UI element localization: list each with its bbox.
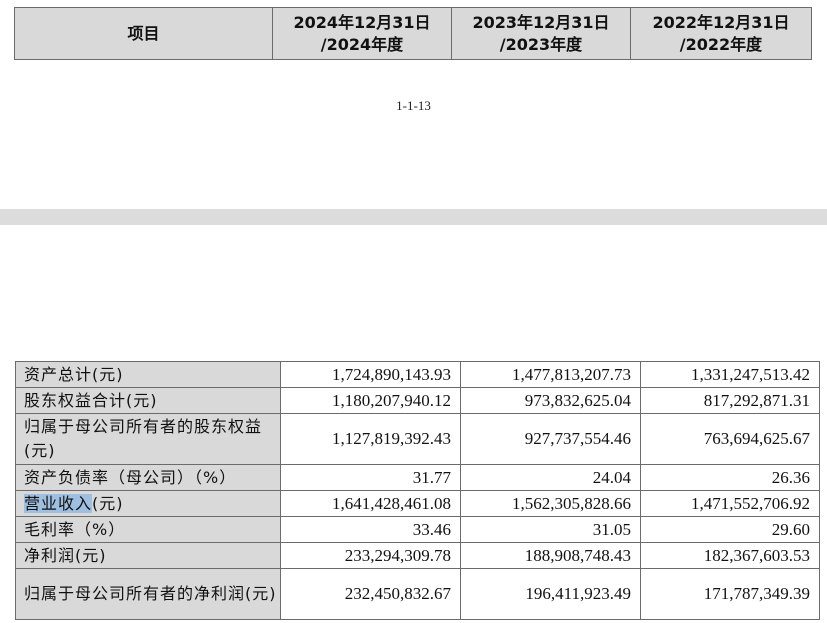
year-header-2023-period: /2023年度 xyxy=(499,34,583,54)
value-2023: 24.04 xyxy=(460,464,641,491)
row-label: 净利润(元) xyxy=(15,542,281,569)
value-2024: 31.77 xyxy=(280,464,461,491)
value-2022: 763,694,625.67 xyxy=(640,413,820,465)
table-row-revenue: 营业收入(元) 1,641,428,461.08 1,562,305,828.6… xyxy=(15,490,820,517)
value-2024: 1,724,890,143.93 xyxy=(280,361,461,388)
year-header-2024-period: /2024年度 xyxy=(320,34,404,54)
value-2024: 1,641,428,461.08 xyxy=(280,490,461,517)
value-2023: 188,908,748.43 xyxy=(460,542,641,569)
year-header-2022-period: /2022年度 xyxy=(679,34,763,54)
value-2024: 233,294,309.78 xyxy=(280,542,461,569)
item-header-cell: 项目 xyxy=(14,7,273,60)
financial-data-table: 资产总计(元) 1,724,890,143.93 1,477,813,207.7… xyxy=(15,361,820,620)
row-label-text: 归属于母公司所有者的净利润(元) xyxy=(24,584,277,603)
year-header-2024: 2024年12月31日 /2024年度 xyxy=(272,7,452,60)
row-label-text: 归属于母公司所有者的股东权益(元) xyxy=(24,417,263,460)
value-2022: 171,787,349.39 xyxy=(640,568,820,620)
value-2022: 1,471,552,706.92 xyxy=(640,490,820,517)
value-2022: 1,331,247,513.42 xyxy=(640,361,820,388)
row-label-unit: (元) xyxy=(92,493,124,513)
year-header-2023-date: 2023年12月31日 xyxy=(472,12,610,32)
table-row-total-assets: 资产总计(元) 1,724,890,143.93 1,477,813,207.7… xyxy=(15,361,820,388)
value-2023: 1,562,305,828.66 xyxy=(460,490,641,517)
year-header-table: 项目 2024年12月31日 /2024年度 2023年12月31日 /2023… xyxy=(14,7,812,60)
row-label: 毛利率（%） xyxy=(15,516,281,543)
year-header-2022-date: 2022年12月31日 xyxy=(652,12,790,32)
table-row-gross-margin: 毛利率（%） 33.46 31.05 29.60 xyxy=(15,516,820,543)
row-label: 股东权益合计(元) xyxy=(15,387,281,414)
value-2023: 196,411,923.49 xyxy=(460,568,641,620)
value-2023: 973,832,625.04 xyxy=(460,387,641,414)
value-2023: 1,477,813,207.73 xyxy=(460,361,641,388)
row-label: 资产总计(元) xyxy=(15,361,281,388)
year-header-2023: 2023年12月31日 /2023年度 xyxy=(451,7,631,60)
value-2024: 1,127,819,392.43 xyxy=(280,413,461,465)
value-2023: 31.05 xyxy=(460,516,641,543)
table-row-net-profit: 净利润(元) 233,294,309.78 188,908,748.43 182… xyxy=(15,542,820,569)
row-label: 归属于母公司所有者的股东权益(元) xyxy=(15,413,281,465)
value-2024: 33.46 xyxy=(280,516,461,543)
value-2024: 1,180,207,940.12 xyxy=(280,387,461,414)
year-header-2024-date: 2024年12月31日 xyxy=(293,12,431,32)
value-2023: 927,737,554.46 xyxy=(460,413,641,465)
selected-text-highlight[interactable]: 营业收入 xyxy=(24,493,93,513)
value-2024: 232,450,832.67 xyxy=(280,568,461,620)
row-label: 资产负债率（母公司）（%） xyxy=(15,464,281,491)
row-label: 归属于母公司所有者的净利润(元) xyxy=(15,568,281,620)
table-row-debt-ratio: 资产负债率（母公司）（%） 31.77 24.04 26.36 xyxy=(15,464,820,491)
year-header-2022: 2022年12月31日 /2022年度 xyxy=(630,7,812,60)
row-label: 营业收入(元) xyxy=(15,490,281,517)
header-row: 项目 2024年12月31日 /2024年度 2023年12月31日 /2023… xyxy=(14,7,812,60)
table-row-parent-net-profit: 归属于母公司所有者的净利润(元) 232,450,832.67 196,411,… xyxy=(15,568,820,620)
page-number: 1-1-13 xyxy=(396,98,431,113)
page-separator xyxy=(0,209,827,225)
value-2022: 817,292,871.31 xyxy=(640,387,820,414)
value-2022: 26.36 xyxy=(640,464,820,491)
value-2022: 182,367,603.53 xyxy=(640,542,820,569)
table-row-total-equity: 股东权益合计(元) 1,180,207,940.12 973,832,625.0… xyxy=(15,387,820,414)
table-row-parent-equity: 归属于母公司所有者的股东权益(元) 1,127,819,392.43 927,7… xyxy=(15,413,820,465)
value-2022: 29.60 xyxy=(640,516,820,543)
